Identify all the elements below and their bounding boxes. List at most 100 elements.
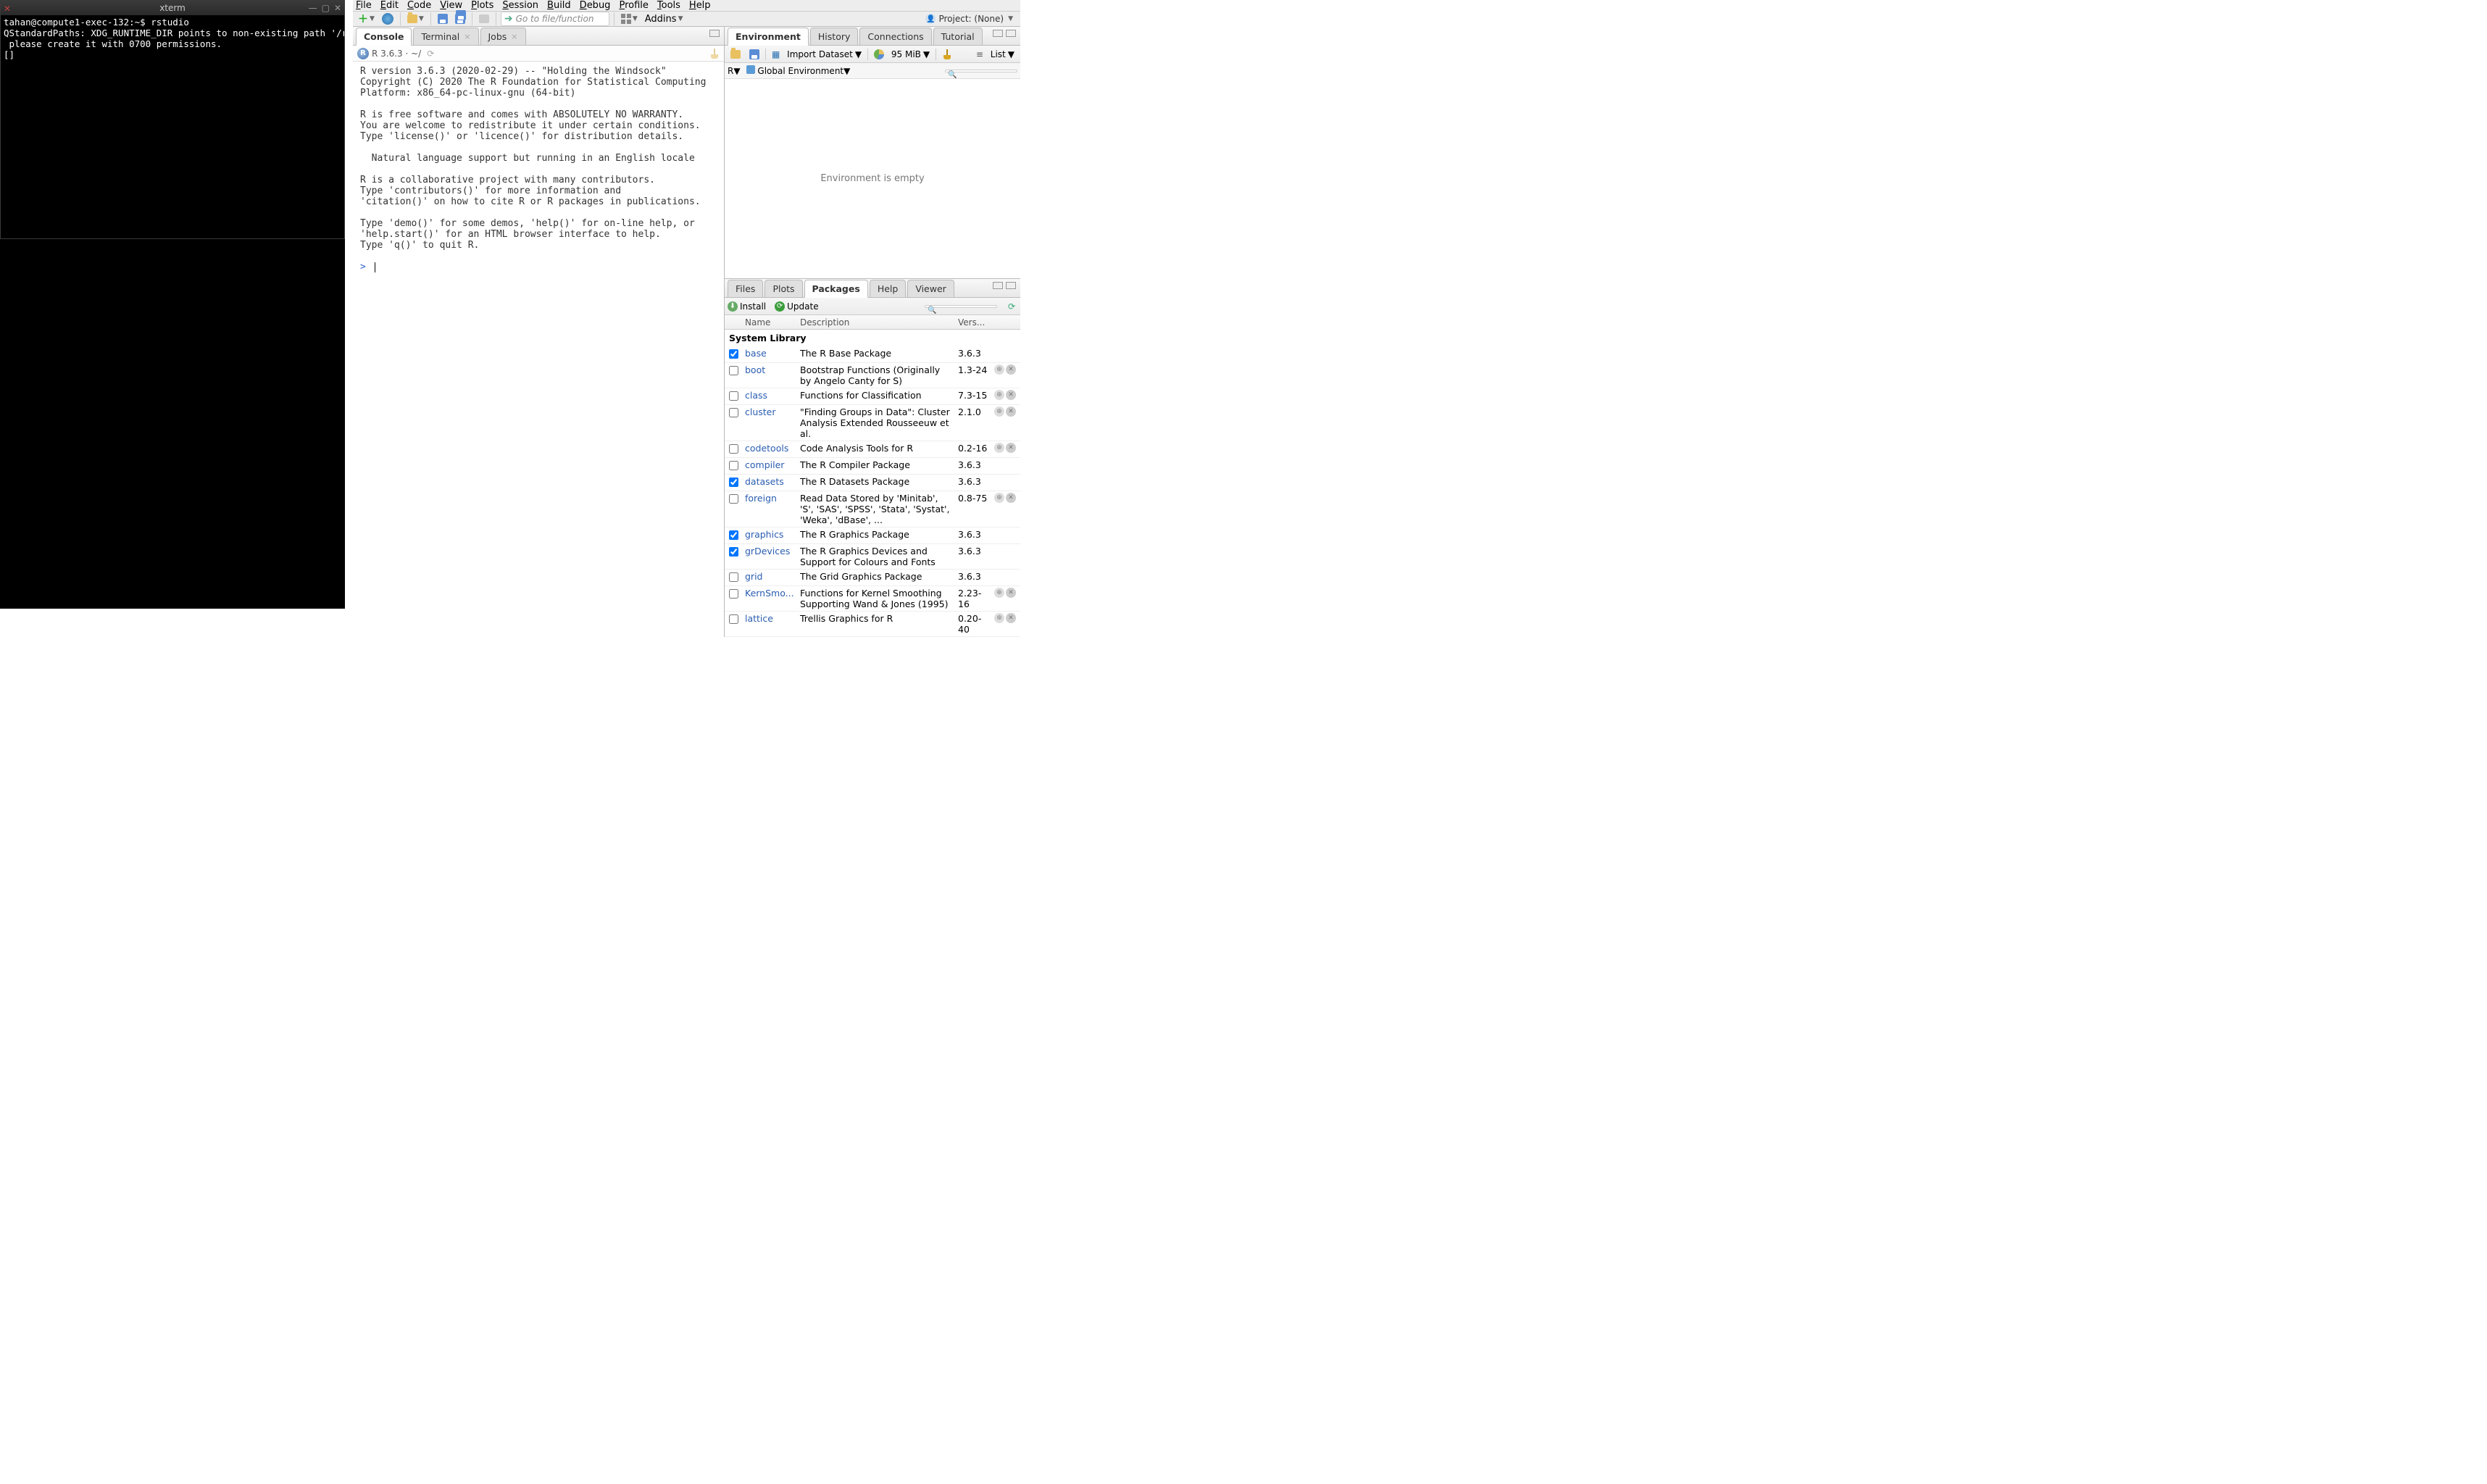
package-name-link[interactable]: cluster [745, 407, 776, 417]
menu-session[interactable]: Session [502, 0, 538, 11]
import-dataset-button[interactable]: ▦ Import Dataset▼ [769, 48, 865, 61]
close-icon[interactable]: × [511, 32, 517, 41]
package-checkbox[interactable] [729, 408, 738, 417]
package-name-link[interactable]: foreign [745, 493, 777, 504]
tab-tutorial[interactable]: Tutorial [933, 28, 983, 45]
package-web-icon[interactable]: ⊕ [994, 588, 1004, 598]
close-icon[interactable]: × [464, 32, 470, 41]
chevron-icon[interactable]: ⟳ [427, 49, 434, 59]
tab-viewer[interactable]: Viewer [907, 280, 954, 297]
package-remove-icon[interactable]: ✕ [1006, 588, 1016, 598]
package-name-link[interactable]: KernSmo... [745, 588, 794, 599]
new-file-button[interactable]: ＋▼ [356, 12, 377, 26]
minimize-pane-icon[interactable] [993, 282, 1003, 289]
package-checkbox[interactable] [729, 366, 738, 375]
package-web-icon[interactable]: ⊕ [994, 364, 1004, 375]
addins-button[interactable]: Addins▼ [643, 12, 686, 26]
maximize-pane-icon[interactable] [1006, 282, 1016, 289]
scope-selector[interactable]: Global Environment▼ [746, 65, 851, 76]
package-name-link[interactable]: codetools [745, 443, 788, 454]
package-name-link[interactable]: boot [745, 364, 765, 375]
save-workspace-button[interactable] [746, 48, 762, 61]
save-all-button[interactable] [453, 12, 467, 26]
xterm-body[interactable]: tahan@compute1-exec-132:~$ rstudio QStan… [1, 15, 344, 238]
menu-edit[interactable]: Edit [380, 0, 399, 11]
xterm-titlebar[interactable]: ✕ xterm — ▢ ✕ [1, 1, 344, 15]
install-button[interactable]: ⬇Install [728, 301, 766, 312]
environment-search[interactable] [945, 70, 1017, 72]
package-name-link[interactable]: compiler [745, 459, 784, 470]
package-checkbox[interactable] [729, 572, 738, 582]
tab-connections[interactable]: Connections [859, 28, 931, 45]
tab-history[interactable]: History [810, 28, 858, 45]
tab-jobs[interactable]: Jobs× [480, 28, 526, 45]
package-web-icon[interactable]: ⊕ [994, 407, 1004, 417]
package-checkbox[interactable] [729, 444, 738, 454]
package-name-link[interactable]: datasets [745, 476, 784, 487]
menu-view[interactable]: View [440, 0, 462, 11]
maximize-icon[interactable]: ▢ [322, 3, 330, 13]
package-web-icon[interactable]: ⊕ [994, 390, 1004, 400]
package-checkbox[interactable] [729, 614, 738, 624]
package-checkbox[interactable] [729, 478, 738, 487]
minimize-pane-icon[interactable] [993, 30, 1003, 37]
package-checkbox[interactable] [729, 494, 738, 504]
minimize-pane-icon[interactable] [709, 30, 720, 37]
menu-profile[interactable]: Profile [619, 0, 648, 11]
menu-help[interactable]: Help [689, 0, 711, 11]
language-selector[interactable]: R▼ [728, 66, 741, 76]
package-remove-icon[interactable]: ✕ [1006, 493, 1016, 503]
menu-debug[interactable]: Debug [580, 0, 611, 11]
tab-files[interactable]: Files [728, 280, 763, 297]
grid-button[interactable]: ▼ [619, 12, 640, 26]
package-name-link[interactable]: base [745, 348, 767, 359]
package-remove-icon[interactable]: ✕ [1006, 407, 1016, 417]
project-selector[interactable]: 👤 Project: (None) ▼ [925, 14, 1013, 24]
package-name-link[interactable]: class [745, 390, 767, 401]
clear-objects-button[interactable] [939, 48, 955, 61]
print-button[interactable] [477, 12, 491, 26]
package-checkbox[interactable] [729, 391, 738, 401]
package-remove-icon[interactable]: ✕ [1006, 390, 1016, 400]
package-checkbox[interactable] [729, 461, 738, 470]
maximize-pane-icon[interactable] [1006, 30, 1016, 37]
tab-terminal[interactable]: Terminal× [413, 28, 478, 45]
memory-usage-button[interactable]: 95 MiB▼ [871, 48, 933, 61]
minimize-icon[interactable]: — [309, 3, 317, 13]
package-web-icon[interactable]: ⊕ [994, 493, 1004, 503]
tab-help[interactable]: Help [870, 280, 907, 297]
package-web-icon[interactable]: ⊕ [994, 613, 1004, 623]
package-name-link[interactable]: graphics [745, 529, 783, 540]
new-project-button[interactable] [380, 12, 396, 26]
package-name-link[interactable]: grid [745, 571, 762, 582]
package-name-link[interactable]: lattice [745, 613, 773, 624]
package-name-link[interactable]: grDevices [745, 546, 790, 556]
packages-list[interactable]: System Library baseThe R Base Package3.6… [725, 330, 1020, 637]
package-checkbox[interactable] [729, 547, 738, 556]
load-workspace-button[interactable] [728, 49, 743, 60]
refresh-button[interactable]: ⟳ [1006, 301, 1017, 312]
list-view-button[interactable]: ≡ List▼ [973, 48, 1017, 61]
packages-search[interactable] [925, 305, 997, 308]
clear-console-icon[interactable] [709, 49, 720, 59]
package-checkbox[interactable] [729, 349, 738, 359]
console-output[interactable]: R version 3.6.3 (2020-02-29) -- "Holding… [353, 62, 724, 637]
tab-plots[interactable]: Plots [765, 280, 802, 297]
package-checkbox[interactable] [729, 589, 738, 599]
tab-console[interactable]: Console [356, 28, 412, 46]
menu-build[interactable]: Build [547, 0, 571, 11]
menu-code[interactable]: Code [407, 0, 431, 11]
update-button[interactable]: ⟳Update [775, 301, 818, 312]
goto-file-input[interactable]: ➜ Go to file/function [501, 12, 609, 26]
menu-tools[interactable]: Tools [657, 0, 680, 11]
menu-plots[interactable]: Plots [471, 0, 493, 11]
package-remove-icon[interactable]: ✕ [1006, 364, 1016, 375]
package-remove-icon[interactable]: ✕ [1006, 613, 1016, 623]
open-file-button[interactable]: ▼ [405, 12, 426, 26]
tab-environment[interactable]: Environment [728, 28, 809, 46]
package-web-icon[interactable]: ⊕ [994, 443, 1004, 453]
tab-packages[interactable]: Packages [804, 280, 868, 298]
package-remove-icon[interactable]: ✕ [1006, 443, 1016, 453]
save-button[interactable] [436, 12, 450, 26]
menu-file[interactable]: File [356, 0, 372, 11]
